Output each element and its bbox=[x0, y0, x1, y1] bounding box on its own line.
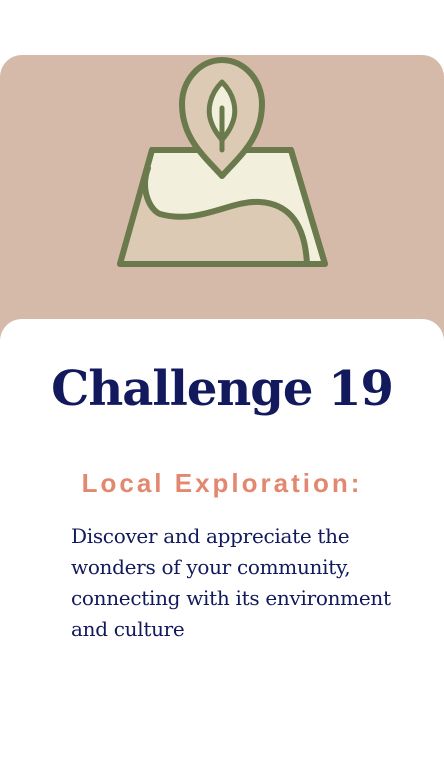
map-pin-leaf-icon bbox=[117, 57, 328, 267]
challenge-content-card: Challenge 19 Local Exploration: Discover… bbox=[0, 319, 444, 768]
challenge-subtitle: Local Exploration: bbox=[81, 468, 363, 498]
challenge-card-page: Challenge 19 Local Exploration: Discover… bbox=[0, 0, 444, 768]
challenge-description: Discover and appreciate the wonders of y… bbox=[71, 524, 391, 641]
hero-banner bbox=[0, 55, 444, 355]
challenge-title: Challenge 19 bbox=[51, 361, 394, 417]
